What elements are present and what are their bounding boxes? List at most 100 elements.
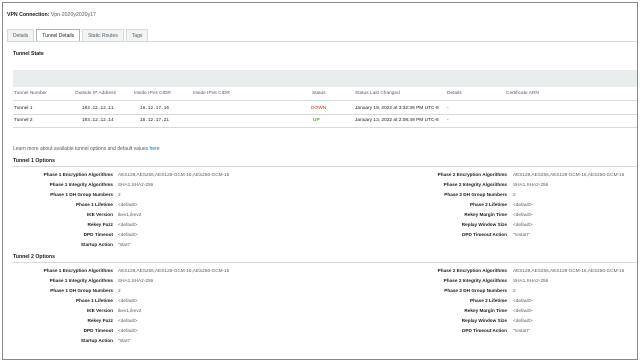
tunnel-state-title: Tunnel State — [13, 51, 44, 57]
t1-phase2-integrity-value: SHA1,SHA2-256 — [513, 182, 549, 187]
row-divider — [13, 114, 637, 115]
t2-phase2-encryption-value: AES128,AES256,AES128-GCM-16,AES256-GCM-1… — [513, 268, 625, 273]
tab-tags[interactable]: Tags — [125, 29, 149, 41]
t2-rekey-fuzz-label: Rekey Fuzz — [87, 318, 113, 323]
t1-dpd-timeout-action-label: DPD Timeout Action — [461, 232, 507, 237]
t2-phase2-integrity-label: Phase 2 Integrity Algorithms — [443, 278, 507, 283]
t1-dpd-timeout-value: <default> — [118, 232, 138, 237]
tab-bar: Details Tunnel Details Static Routes Tag… — [7, 29, 150, 41]
t2-rekey-margin-label: Rekey Margin Time — [464, 308, 507, 313]
column-header-tunnel-number[interactable]: Tunnel Number — [14, 91, 47, 96]
tab-tunnel-details[interactable]: Tunnel Details — [36, 29, 81, 41]
tab-divider — [7, 41, 637, 42]
connection-value: Vpn-2020y2020y17 — [50, 12, 96, 18]
t1-replay-window-label: Replay Window Size — [461, 222, 507, 227]
connection-label: VPN Connection: Vpn-2020y2020y17 — [7, 12, 96, 18]
t1-phase2-lifetime-value: <default> — [513, 202, 533, 207]
t2-phase2-dh-value: 2 — [513, 288, 516, 293]
tunnel-1-inside-ipv4: 16.12.17.16 — [140, 106, 169, 111]
t2-ike-version-value: ikev1,ikev2 — [118, 308, 142, 313]
t1-rekey-margin-label: Rekey Margin Time — [464, 212, 507, 217]
t1-phase1-encryption-label: Phase 1 Encryption Algorithms — [43, 172, 113, 177]
learn-more-text: Learn more about available tunnel option… — [13, 146, 160, 152]
t1-phase2-encryption-value: AES128,AES256,AES128-GCM-16,AES256-GCM-1… — [513, 172, 625, 177]
t1-phase1-dh-label: Phase 1 DH Group Numbers — [50, 192, 113, 197]
t1-replay-window-value: <default> — [513, 222, 533, 227]
tunnel-2-status-changed: January 13, 2022 at 2:08:49 PM UTC-8 — [355, 118, 439, 123]
t1-phase2-dh-value: 2 — [513, 192, 516, 197]
learn-more-label: Learn more about available tunnel option… — [13, 146, 149, 152]
t1-phase1-lifetime-value: <default> — [118, 202, 138, 207]
t2-phase2-lifetime-label: Phase 2 Lifetime — [470, 298, 507, 303]
t1-phase2-encryption-label: Phase 2 Encryption Algorithms — [437, 172, 507, 177]
t2-dpd-timeout-label: DPD Timeout — [83, 328, 113, 333]
t1-startup-action-label: Startup Action — [80, 242, 113, 247]
tunnel-2-options-title: Tunnel 2 Options — [13, 254, 55, 260]
section-divider — [13, 262, 637, 263]
t2-phase1-encryption-value: AES128,AES256,AES128-GCM-16,AES256-GCM-1… — [118, 268, 230, 273]
t2-phase2-lifetime-value: <default> — [513, 298, 533, 303]
t2-startup-action-value: "start" — [118, 338, 131, 343]
tunnel-2-details: - — [447, 118, 449, 123]
t2-ike-version-label: IKE Version — [86, 308, 113, 313]
t1-rekey-fuzz-value: <default> — [118, 222, 138, 227]
tunnel-1-details: - — [447, 106, 449, 111]
t1-phase2-lifetime-label: Phase 2 Lifetime — [470, 202, 507, 207]
column-header-status[interactable]: Status — [312, 91, 326, 96]
table-toolbar-band — [13, 70, 637, 87]
connection-label-text: VPN Connection: — [7, 12, 50, 18]
t1-rekey-margin-value: <default> — [513, 212, 533, 217]
t1-ike-version-label: IKE Version — [86, 212, 113, 217]
t2-phase2-integrity-value: SHA1,SHA2-256 — [513, 278, 549, 283]
t2-phase1-encryption-label: Phase 1 Encryption Algorithms — [43, 268, 113, 273]
t2-phase1-integrity-label: Phase 1 Integrity Algorithms — [49, 278, 113, 283]
t2-phase1-lifetime-value: <default> — [118, 298, 138, 303]
tunnel-2-outside-ip: 103.12.12.14 — [82, 118, 114, 123]
tunnel-1-status: DOWN — [311, 106, 327, 111]
t2-phase1-lifetime-label: Phase 1 Lifetime — [76, 298, 113, 303]
t2-dpd-timeout-action-label: DPD Timeout Action — [461, 328, 507, 333]
t2-rekey-fuzz-value: <default> — [118, 318, 138, 323]
vpn-tunnel-details-panel: VPN Connection: Vpn-2020y2020y17 Details… — [2, 2, 638, 360]
t2-phase2-encryption-label: Phase 2 Encryption Algorithms — [437, 268, 507, 273]
t2-dpd-timeout-value: <default> — [118, 328, 138, 333]
t2-phase1-dh-value: 2 — [118, 288, 121, 293]
t1-ike-version-value: ikev1,ikev2 — [118, 212, 142, 217]
t2-replay-window-value: <default> — [513, 318, 533, 323]
column-header-outside-ip[interactable]: Outside IP Address — [75, 91, 116, 96]
top-bar: VPN Connection: Vpn-2020y2020y17 — [3, 3, 637, 27]
tunnel-1-status-changed: January 19, 2022 at 3:32:36 PM UTC-8 — [355, 106, 439, 111]
tunnel-2-inside-ipv4: 16.12.17.21 — [140, 118, 169, 123]
t1-phase1-encryption-value: AES128,AES256,AES128-GCM-16,AES256-GCM-1… — [118, 172, 230, 177]
t1-startup-action-value: "start" — [118, 242, 131, 247]
tunnel-2-number: Tunnel 2 — [14, 118, 33, 123]
t1-phase1-integrity-label: Phase 1 Integrity Algorithms — [49, 182, 113, 187]
t2-phase1-dh-label: Phase 1 DH Group Numbers — [50, 288, 113, 293]
section-divider — [13, 166, 637, 167]
learn-more-link[interactable]: here — [150, 146, 160, 152]
table-header-divider — [13, 100, 637, 101]
t2-dpd-timeout-action-value: "restart" — [513, 328, 530, 333]
t1-phase2-dh-label: Phase 2 DH Group Numbers — [444, 192, 507, 197]
t1-phase1-lifetime-label: Phase 1 Lifetime — [76, 202, 113, 207]
t1-phase1-dh-value: 2 — [118, 192, 121, 197]
t1-rekey-fuzz-label: Rekey Fuzz — [87, 222, 113, 227]
t2-phase2-dh-label: Phase 2 DH Group Numbers — [444, 288, 507, 293]
t1-dpd-timeout-label: DPD Timeout — [83, 232, 113, 237]
t1-phase1-integrity-value: SHA1,SHA2-256 — [118, 182, 154, 187]
t1-phase2-integrity-label: Phase 2 Integrity Algorithms — [443, 182, 507, 187]
t1-dpd-timeout-action-value: "restart" — [513, 232, 530, 237]
tab-static-routes[interactable]: Static Routes — [82, 29, 124, 41]
column-header-status-last-changed[interactable]: Status Last Changed — [355, 91, 400, 96]
t2-replay-window-label: Replay Window Size — [461, 318, 507, 323]
column-header-inside-ipv6[interactable]: Inside IPv6 CIDR — [193, 91, 230, 96]
t2-rekey-margin-value: <default> — [513, 308, 533, 313]
t2-startup-action-label: Startup Action — [80, 338, 113, 343]
column-header-details[interactable]: Details — [447, 91, 462, 96]
tunnel-2-status: UP — [313, 118, 320, 123]
tab-details[interactable]: Details — [7, 29, 35, 41]
column-header-inside-ipv4[interactable]: Inside IPv4 CIDR — [134, 91, 171, 96]
tunnel-1-options-title: Tunnel 1 Options — [13, 158, 55, 164]
column-header-certificate-arn[interactable]: Certificate ARN — [506, 91, 539, 96]
t2-phase1-integrity-value: SHA1,SHA2-256 — [118, 278, 154, 283]
